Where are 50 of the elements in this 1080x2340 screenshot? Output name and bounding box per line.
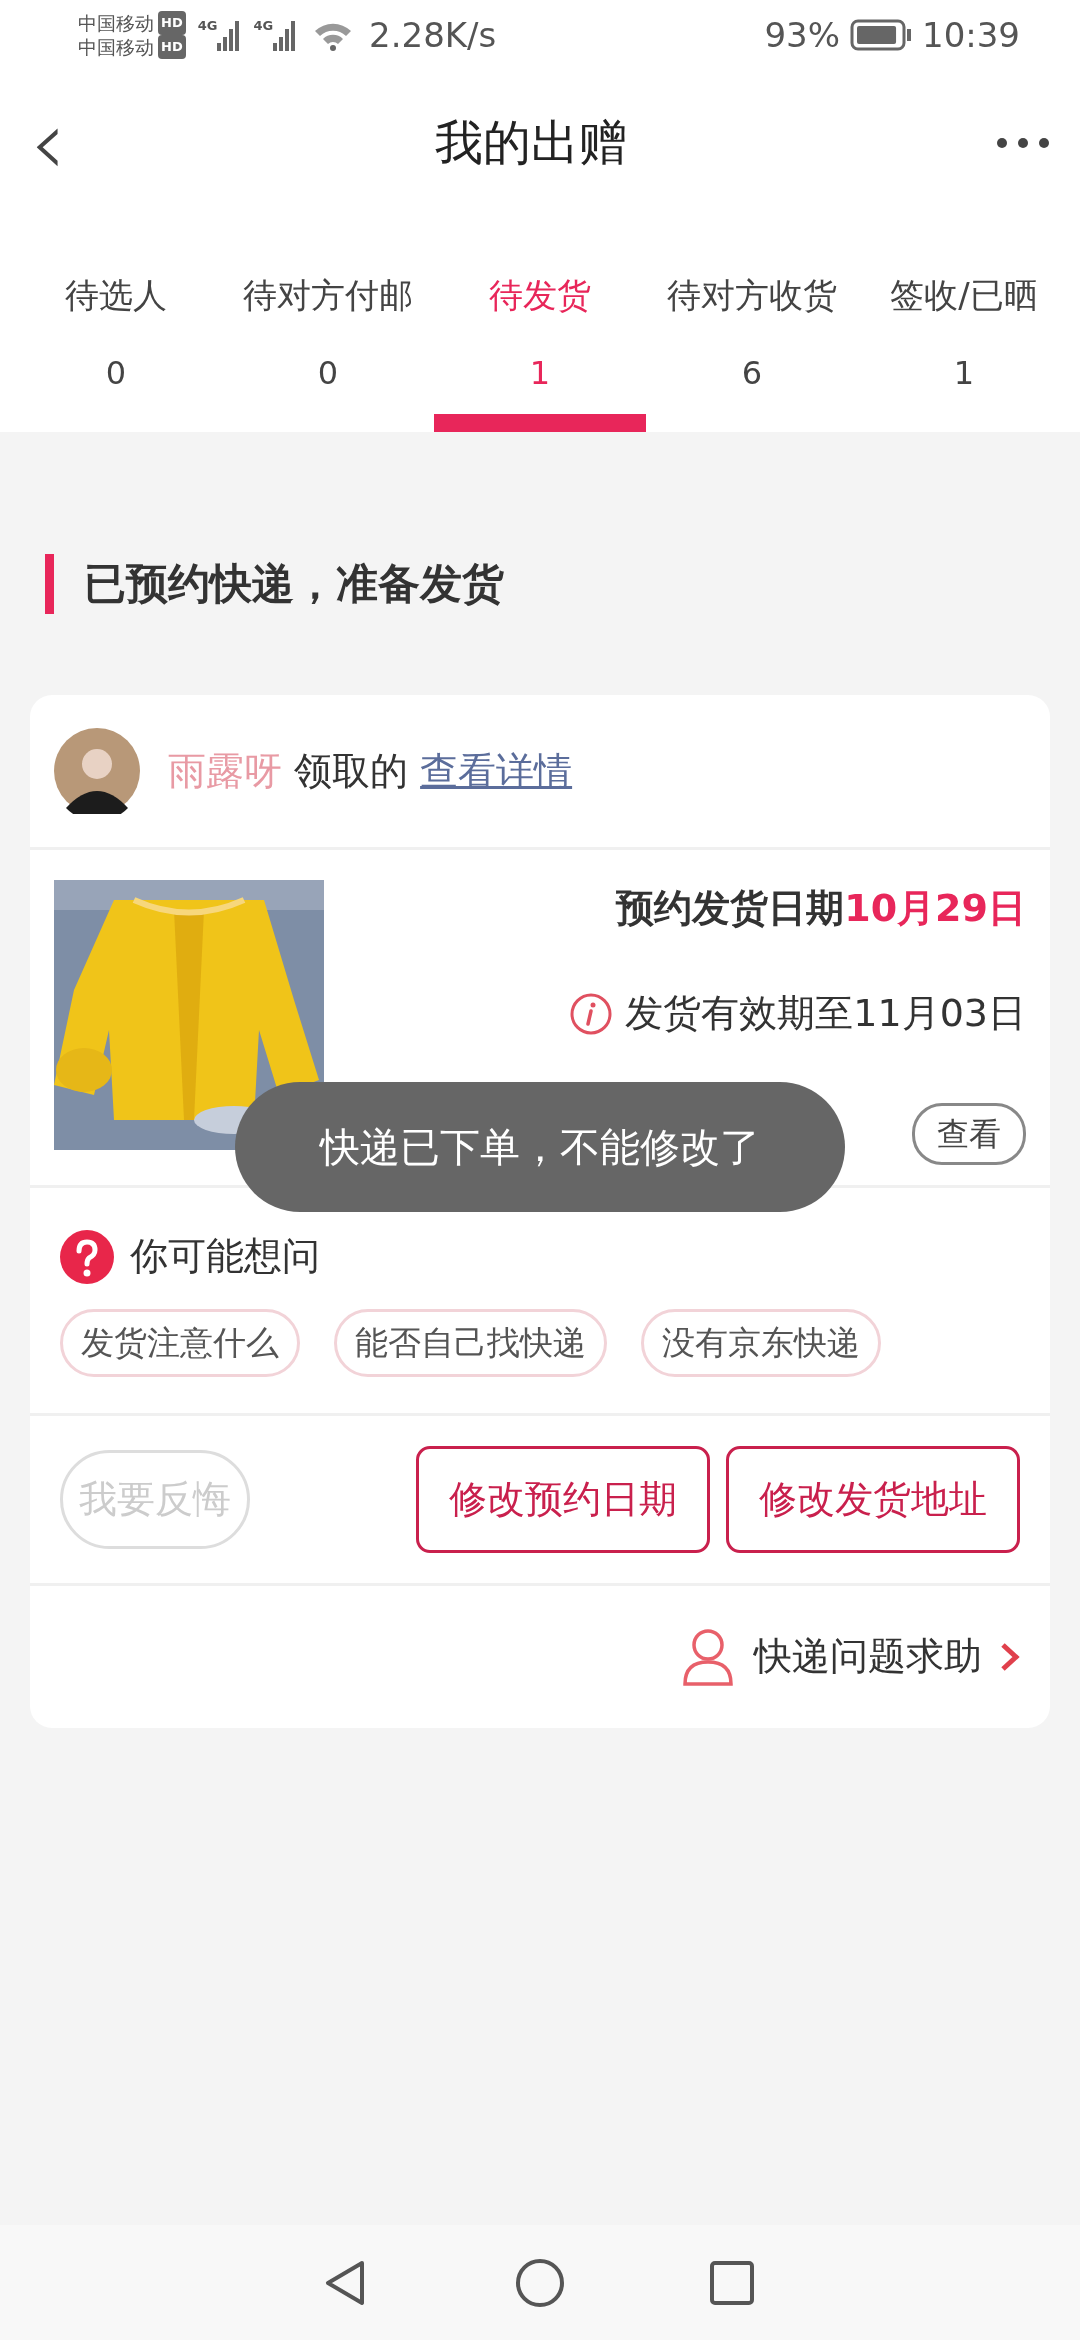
tab[interactable]: 签收/已晒 1	[858, 215, 1070, 432]
network-speed: 2.28K/s	[369, 13, 497, 57]
hd-badge: HD	[158, 11, 186, 35]
question-chip[interactable]: 发货注意什么	[60, 1309, 300, 1377]
tab-count: 0	[105, 353, 127, 394]
chevron-right-icon	[1000, 1641, 1020, 1672]
tab[interactable]: 待发货 1	[434, 215, 646, 432]
battery-icon	[850, 19, 912, 51]
tab-count: 1	[953, 353, 975, 394]
action-button[interactable]: 修改预约日期	[416, 1445, 710, 1553]
network-type: 4G	[253, 17, 274, 35]
back-button[interactable]: ‹	[30, 97, 66, 188]
section-marker	[45, 553, 54, 614]
tab[interactable]: 待对方收货 6	[646, 215, 858, 432]
tab-label: 待发货	[489, 274, 591, 317]
signal-icon	[273, 19, 298, 51]
receiver-text: 雨露呀 领取的	[168, 747, 409, 795]
question-icon	[60, 1229, 114, 1284]
tab[interactable]: 待对方付邮 0	[222, 215, 434, 432]
clock: 10:39	[922, 13, 1020, 57]
tab-label: 待对方收货	[667, 274, 837, 317]
tab-label: 待对方付邮	[243, 274, 413, 317]
section-title: 已预约快递，准备发货	[84, 558, 504, 610]
toast-message: 快递已下单，不能修改了	[235, 1082, 845, 1212]
details-link[interactable]: 查看详情	[420, 742, 573, 800]
tab-label: 签收/已晒	[890, 274, 1038, 317]
validity-text: 发货有效期至11月03日	[625, 990, 1026, 1037]
home-icon[interactable]	[514, 2256, 566, 2309]
tab-count: 0	[317, 353, 339, 394]
tab-count: 1	[529, 353, 551, 394]
hd-badge: HD	[158, 35, 186, 59]
tab-label: 待选人	[65, 274, 167, 317]
tab-count: 6	[741, 353, 763, 394]
question-chip[interactable]: 能否自己找快递	[334, 1309, 607, 1377]
view-button[interactable]: 查看	[912, 1103, 1026, 1165]
signal-icon	[217, 19, 242, 51]
network-type: 4G	[197, 17, 218, 35]
ship-date: 预约发货日期10月29日	[616, 885, 1026, 932]
page-title: 我的出赠	[435, 113, 627, 172]
faq-title: 你可能想问	[130, 1233, 320, 1280]
battery-percent: 93%	[764, 13, 840, 57]
info-icon	[569, 991, 614, 1036]
carrier-name: 中国移动	[78, 11, 154, 35]
tab[interactable]: 待选人 0	[10, 215, 222, 432]
help-link[interactable]: 快递问题求助	[754, 1628, 1020, 1685]
carrier-name: 中国移动	[78, 35, 154, 59]
question-chip[interactable]: 没有京东快递	[641, 1309, 881, 1377]
more-icon[interactable]	[996, 136, 1050, 149]
action-button[interactable]: 修改发货地址	[726, 1445, 1020, 1553]
person-icon	[682, 1627, 734, 1686]
